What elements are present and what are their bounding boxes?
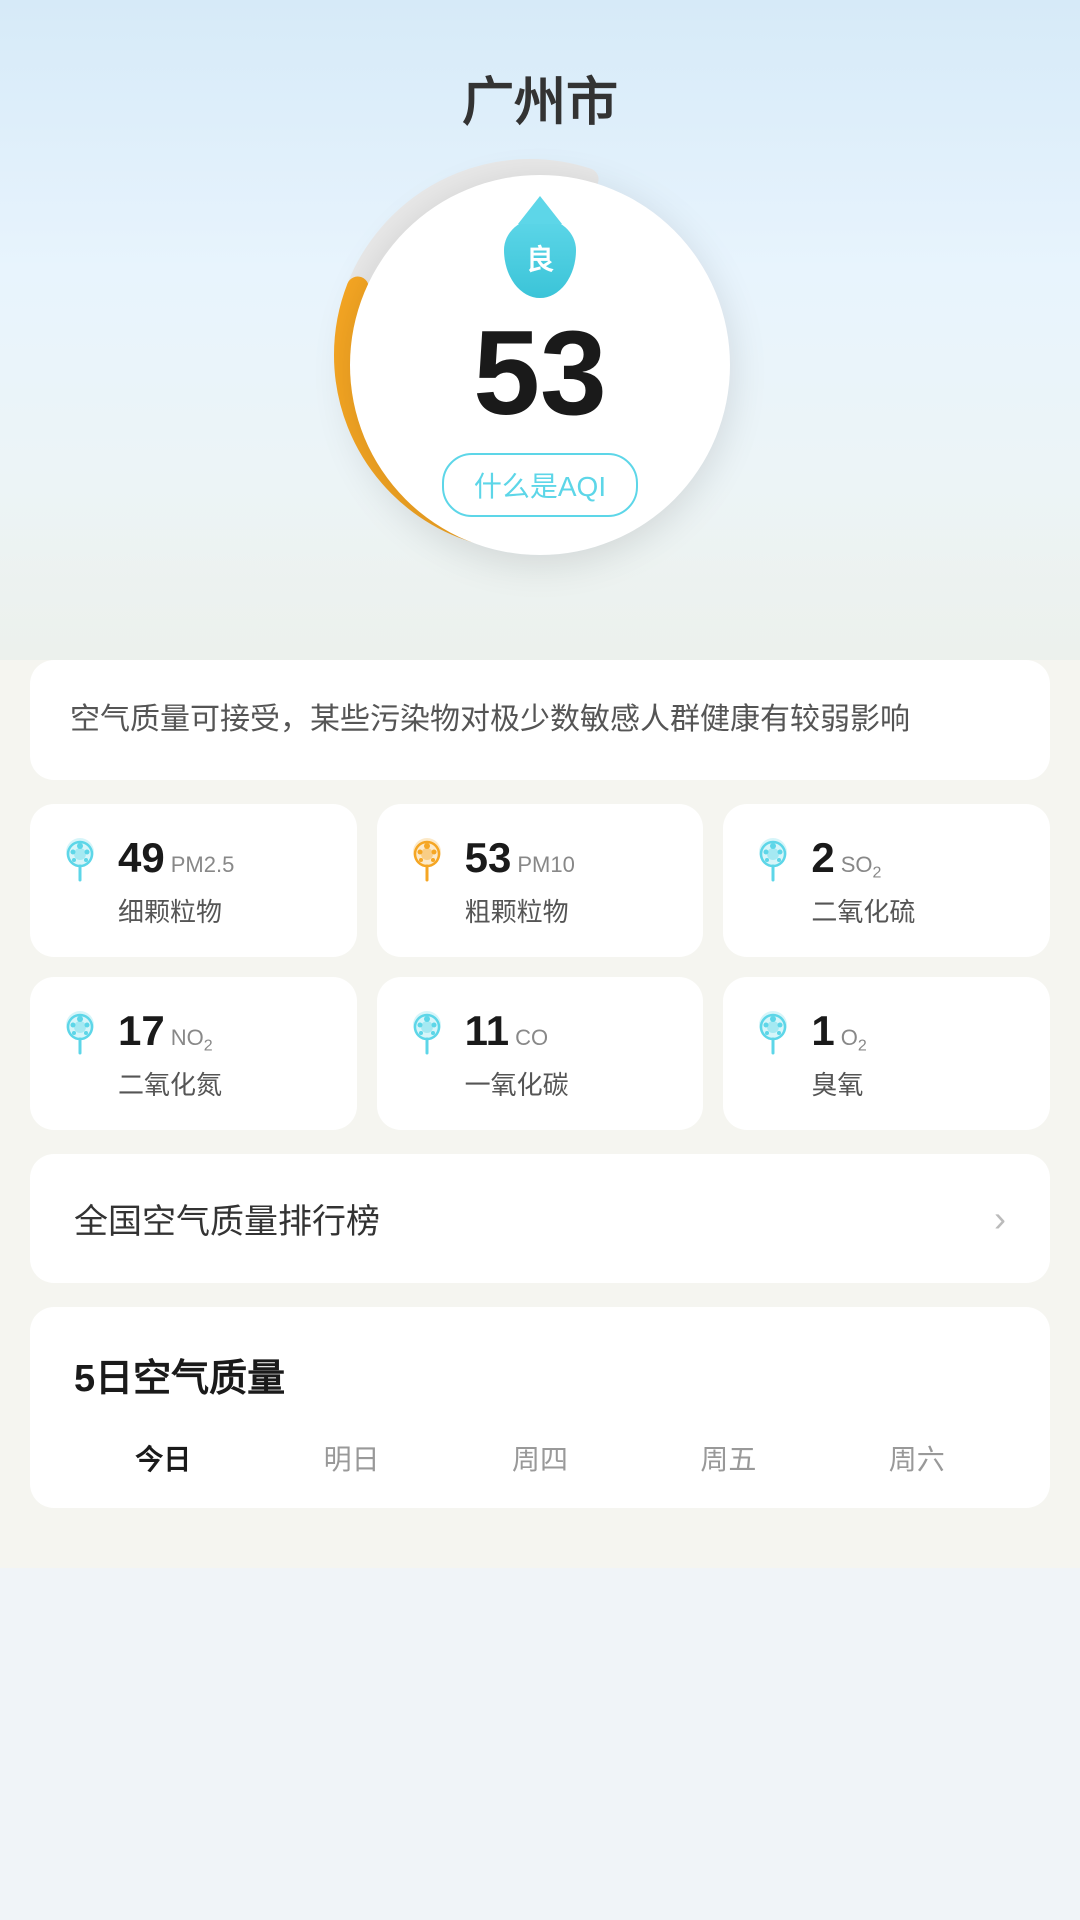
chevron-right-icon: › xyxy=(994,1198,1006,1240)
pollutant-grid: 49 PM2.5 细颗粒物 xyxy=(30,804,1050,1130)
no2-unit: NO2 xyxy=(171,1025,213,1055)
ranking-title: 全国空气质量排行榜 xyxy=(74,1194,380,1243)
pollutant-card-co: 11 CO 一氧化碳 xyxy=(377,977,704,1130)
pollutant-top-pm10: 53 PM10 xyxy=(401,832,680,884)
co-unit: CO xyxy=(515,1025,548,1051)
pm25-value: 49 xyxy=(118,834,165,882)
pollutant-card-so2: 2 SO2 二氧化硫 xyxy=(723,804,1050,957)
tree-icon-pm25 xyxy=(54,832,106,884)
so2-value-unit: 2 SO2 xyxy=(811,834,881,882)
forecast-day-4[interactable]: 周六 xyxy=(828,1438,1006,1478)
gauge-circle: 良 53 什么是AQI xyxy=(350,175,730,555)
forecast-days-row: 今日 明日 周四 周五 周六 xyxy=(74,1438,1006,1478)
so2-unit: SO2 xyxy=(841,852,882,882)
pollutant-top-pm25: 49 PM2.5 xyxy=(54,832,333,884)
o3-name: 臭氧 xyxy=(811,1065,1026,1102)
no2-value: 17 xyxy=(118,1007,165,1055)
quality-badge: 良 xyxy=(500,213,580,303)
no2-name: 二氧化氮 xyxy=(118,1065,333,1102)
city-title: 广州市 xyxy=(462,60,618,135)
aqi-gauge-container: 良 53 什么是AQI xyxy=(340,165,740,565)
forecast-day-label-2: 周四 xyxy=(512,1438,568,1478)
pm10-unit: PM10 xyxy=(517,852,574,878)
pollutant-card-o3: 1 O2 臭氧 xyxy=(723,977,1050,1130)
forecast-title: 5日空气质量 xyxy=(74,1347,1006,1402)
quality-label: 良 xyxy=(526,238,554,278)
forecast-day-label-1: 明日 xyxy=(324,1438,380,1478)
co-name: 一氧化碳 xyxy=(465,1065,680,1102)
so2-value: 2 xyxy=(811,834,834,882)
pm25-unit: PM2.5 xyxy=(171,852,235,878)
forecast-day-0[interactable]: 今日 xyxy=(74,1438,252,1478)
pm25-value-unit: 49 PM2.5 xyxy=(118,834,234,882)
pm10-name: 粗颗粒物 xyxy=(465,892,680,929)
ranking-card[interactable]: 全国空气质量排行榜 › xyxy=(30,1154,1050,1283)
pollutant-top-o3: 1 O2 xyxy=(747,1005,1026,1057)
forecast-day-label-3: 周五 xyxy=(700,1438,756,1478)
pollutant-card-no2: 17 NO2 二氧化氮 xyxy=(30,977,357,1130)
o3-value-unit: 1 O2 xyxy=(811,1007,866,1055)
co-value-unit: 11 CO xyxy=(465,1007,548,1055)
pollutant-card-pm10: 53 PM10 粗颗粒物 xyxy=(377,804,704,957)
forecast-day-label-0: 今日 xyxy=(135,1438,191,1478)
pollutant-top-so2: 2 SO2 xyxy=(747,832,1026,884)
forecast-day-3[interactable]: 周五 xyxy=(639,1438,817,1478)
quality-drop: 良 xyxy=(504,218,576,298)
aqi-value: 53 xyxy=(473,313,606,433)
o3-value: 1 xyxy=(811,1007,834,1055)
tree-icon-no2 xyxy=(54,1005,106,1057)
pollutant-card-pm25: 49 PM2.5 细颗粒物 xyxy=(30,804,357,957)
pm10-value: 53 xyxy=(465,834,512,882)
forecast-card: 5日空气质量 今日 明日 周四 周五 周六 xyxy=(30,1307,1050,1508)
forecast-day-2[interactable]: 周四 xyxy=(451,1438,629,1478)
header-background: 广州市 良 53 什么是AQI xyxy=(0,0,1080,680)
tree-icon-o3 xyxy=(747,1005,799,1057)
tree-icon-pm10 xyxy=(401,832,453,884)
aqi-description-card: 空气质量可接受，某些污染物对极少数敏感人群健康有较弱影响 xyxy=(30,660,1050,780)
content-area: 空气质量可接受，某些污染物对极少数敏感人群健康有较弱影响 xyxy=(0,660,1080,1568)
pm10-value-unit: 53 PM10 xyxy=(465,834,575,882)
what-is-aqi-button[interactable]: 什么是AQI xyxy=(442,453,638,517)
tree-icon-so2 xyxy=(747,832,799,884)
co-value: 11 xyxy=(465,1007,509,1055)
aqi-description-text: 空气质量可接受，某些污染物对极少数敏感人群健康有较弱影响 xyxy=(70,703,910,736)
o3-unit: O2 xyxy=(841,1025,867,1055)
so2-name: 二氧化硫 xyxy=(811,892,1026,929)
pollutant-top-no2: 17 NO2 xyxy=(54,1005,333,1057)
pollutant-top-co: 11 CO xyxy=(401,1005,680,1057)
no2-value-unit: 17 NO2 xyxy=(118,1007,213,1055)
tree-icon-co xyxy=(401,1005,453,1057)
pm25-name: 细颗粒物 xyxy=(118,892,333,929)
forecast-day-label-4: 周六 xyxy=(889,1438,945,1478)
forecast-day-1[interactable]: 明日 xyxy=(262,1438,440,1478)
